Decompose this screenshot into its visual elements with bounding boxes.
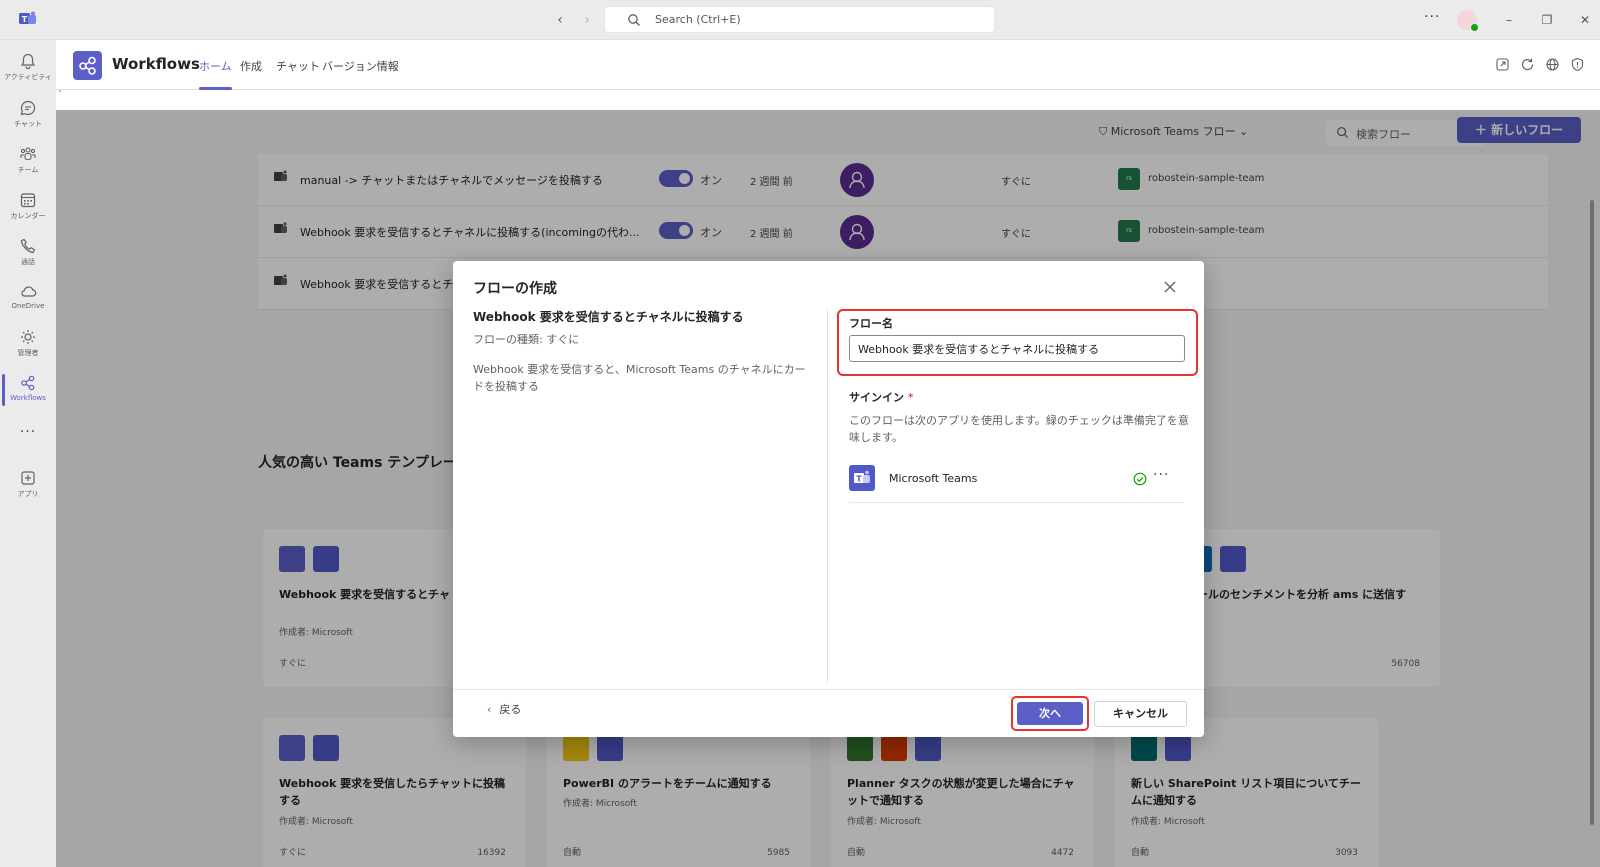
- rail-more-apps-icon[interactable]: ···: [0, 424, 56, 440]
- rail-item-calendar[interactable]: カレンダー: [0, 185, 56, 229]
- presence-available-icon: [1470, 23, 1479, 32]
- signin-label: サインイン *: [849, 391, 914, 404]
- flow-name-input[interactable]: [849, 335, 1185, 362]
- more-options-icon[interactable]: ···: [1424, 9, 1440, 25]
- svg-text:T: T: [22, 15, 28, 24]
- pane-divider: [827, 309, 828, 683]
- apps-icon: [21, 471, 35, 485]
- next-button[interactable]: 次へ: [1017, 702, 1083, 725]
- left-rail: アクティビティ チャット チーム カレンダー 通話 OneDrive 管理者 W…: [0, 40, 56, 867]
- flow-name-label: フロー名: [849, 317, 893, 330]
- chevron-left-icon: ‹: [487, 703, 492, 716]
- refresh-icon[interactable]: [1520, 57, 1535, 72]
- rail-item-teams[interactable]: チーム: [0, 139, 56, 183]
- rail-item-chat[interactable]: チャット: [0, 93, 56, 137]
- template-description: Webhook 要求を受信すると、Microsoft Teams のチャネルにカ…: [473, 363, 806, 393]
- tab-create[interactable]: 作成: [240, 58, 262, 90]
- cloud-icon: [21, 286, 37, 297]
- rail-item-admin[interactable]: 管理者: [0, 322, 56, 366]
- search-icon: [628, 14, 640, 26]
- bell-icon: [20, 53, 36, 70]
- phone-icon: [20, 238, 35, 254]
- search-placeholder: Search (Ctrl+E): [655, 13, 741, 26]
- admin-icon: [21, 330, 35, 344]
- chat-icon: [20, 100, 36, 116]
- tab-chat[interactable]: チャット: [276, 58, 320, 90]
- template-summary: Webhook 要求を受信するとチャネルに投稿する フローの種類: すぐに We…: [473, 308, 813, 395]
- workflows-logo-icon: [79, 56, 96, 75]
- cancel-button[interactable]: キャンセル: [1094, 701, 1187, 727]
- rail-item-activity[interactable]: アクティビティ: [0, 46, 56, 90]
- template-title: Webhook 要求を受信するとチャネルに投稿する: [473, 310, 744, 324]
- forward-arrow-icon[interactable]: ›: [578, 11, 596, 29]
- pop-out-icon[interactable]: [1495, 57, 1510, 72]
- workflows-icon: [21, 375, 35, 391]
- required-marker: *: [907, 391, 914, 404]
- title-bar: T ‹ › Search (Ctrl+E) ··· – ❐ ✕: [0, 0, 1600, 40]
- sub-strip: `: [56, 90, 1600, 110]
- tab-home[interactable]: ホーム: [199, 58, 232, 90]
- check-circle-icon: [1133, 472, 1147, 486]
- rail-item-apps[interactable]: アプリ: [0, 463, 56, 507]
- user-avatar[interactable]: [1457, 10, 1479, 32]
- svg-text:T: T: [856, 475, 862, 484]
- teams-icon: [20, 147, 36, 161]
- footer-divider: [453, 689, 1204, 690]
- page-scrollbar[interactable]: [1590, 200, 1594, 825]
- tab-version-info[interactable]: バージョン情報: [322, 58, 399, 90]
- calendar-icon: [20, 193, 36, 208]
- back-button[interactable]: ‹ 戻る: [487, 701, 521, 717]
- privacy-shield-icon[interactable]: [1570, 57, 1585, 72]
- close-window-icon[interactable]: ✕: [1576, 11, 1594, 29]
- teams-logo-icon: T: [854, 470, 870, 484]
- globe-icon[interactable]: [1545, 57, 1560, 72]
- dialog-title: フローの作成: [473, 281, 557, 297]
- rail-item-calls[interactable]: 通話: [0, 231, 56, 275]
- global-search-input[interactable]: Search (Ctrl+E): [604, 6, 995, 33]
- teams-logo-icon[interactable]: T: [19, 11, 37, 27]
- rail-item-onedrive[interactable]: OneDrive: [0, 276, 56, 320]
- signin-description: このフローは次のアプリを使用します。緑のチェックは準備完了を意味します。: [849, 414, 1189, 444]
- connection-row: T Microsoft Teams ···: [849, 463, 1184, 503]
- connection-name: Microsoft Teams: [889, 472, 978, 485]
- restore-icon[interactable]: ❐: [1538, 11, 1556, 29]
- rail-item-workflows[interactable]: Workflows: [0, 368, 56, 412]
- app-header: Workflows ホーム 作成 チャット バージョン情報: [56, 40, 1600, 90]
- back-arrow-icon[interactable]: ‹: [551, 11, 569, 29]
- microsoft-teams-icon: T: [849, 465, 875, 491]
- create-flow-dialog: フローの作成 Webhook 要求を受信するとチャネルに投稿する フローの種類:…: [453, 261, 1204, 737]
- template-type: フローの種類: すぐに: [473, 333, 580, 346]
- close-icon[interactable]: [1163, 280, 1177, 294]
- minimize-icon[interactable]: –: [1500, 11, 1518, 29]
- app-title: Workflows: [112, 55, 200, 73]
- connection-more-icon[interactable]: ···: [1153, 467, 1169, 483]
- workflows-app-icon: [73, 51, 102, 80]
